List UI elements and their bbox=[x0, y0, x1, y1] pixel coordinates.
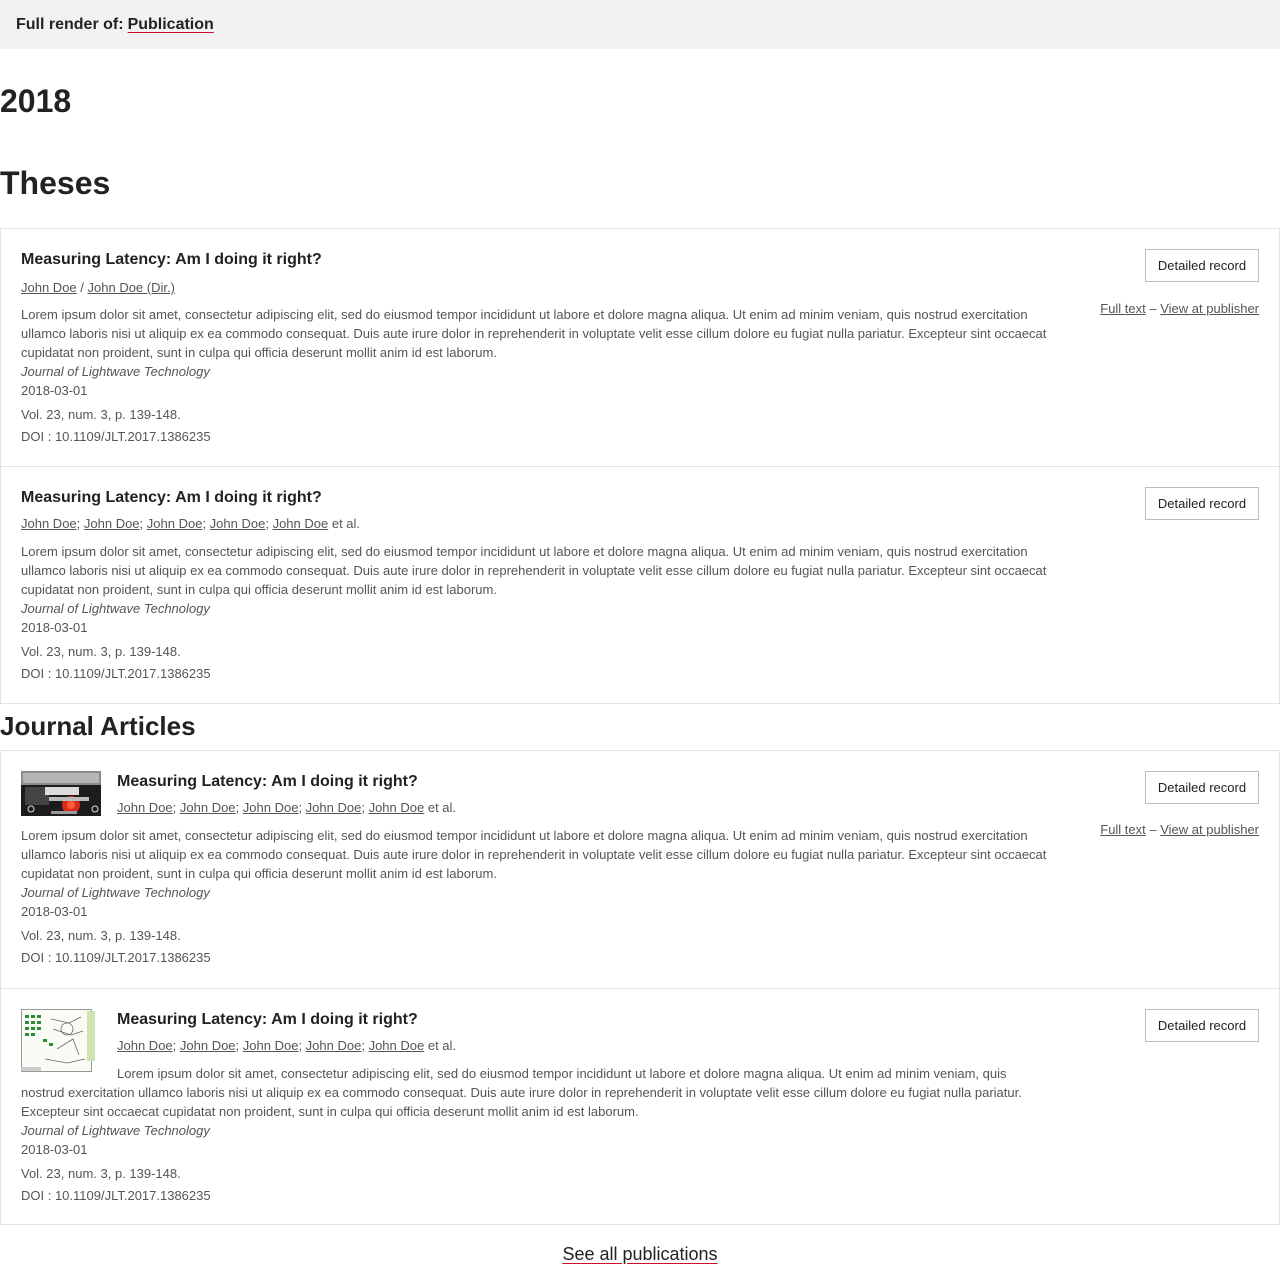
journal-name: Journal of Lightwave Technology bbox=[21, 601, 210, 616]
author-link[interactable]: John Doe bbox=[180, 1038, 236, 1053]
publication-date: 2018-03-01 bbox=[21, 1142, 88, 1157]
link-separator: – bbox=[1149, 301, 1161, 316]
author-separator: ; bbox=[202, 516, 210, 531]
abstract: Lorem ipsum dolor sit amet, consectetur … bbox=[21, 307, 1047, 360]
publication-title: Measuring Latency: Am I doing it right? bbox=[21, 489, 322, 506]
author-separator: ; bbox=[172, 1038, 180, 1053]
publication-title: Measuring Latency: Am I doing it right? bbox=[21, 251, 322, 268]
author-link[interactable]: John Doe bbox=[273, 516, 329, 531]
author-link[interactable]: John Doe bbox=[243, 1038, 299, 1053]
publication-item: Measuring Latency: Am I doing it right? … bbox=[1, 466, 1279, 704]
journal-articles-heading: Journal Articles bbox=[0, 711, 196, 741]
author-separator: ; bbox=[235, 1038, 243, 1053]
author-separator: ; bbox=[172, 800, 180, 815]
author-list: John Doe; John Doe; John Doe; John Doe; … bbox=[117, 799, 456, 817]
theses-list: Measuring Latency: Am I doing it right? … bbox=[0, 228, 1280, 704]
author-list: John Doe; John Doe; John Doe; John Doe; … bbox=[117, 1037, 456, 1055]
publication-date: 2018-03-01 bbox=[21, 620, 88, 635]
director-link[interactable]: John Doe (Dir.) bbox=[88, 280, 175, 295]
author-separator: / bbox=[80, 280, 88, 295]
publication-title: Measuring Latency: Am I doing it right? bbox=[117, 1011, 418, 1028]
author-link[interactable]: John Doe bbox=[21, 516, 77, 531]
author-link[interactable]: John Doe bbox=[147, 516, 203, 531]
volume-info: Vol. 23, num. 3, p. 139-148. bbox=[21, 1166, 181, 1181]
author-link[interactable]: John Doe bbox=[369, 1038, 425, 1053]
detailed-record-button[interactable]: Detailed record bbox=[1145, 771, 1259, 804]
journal-name: Journal of Lightwave Technology bbox=[21, 364, 210, 379]
abstract: Lorem ipsum dolor sit amet, consectetur … bbox=[21, 544, 1047, 597]
access-links: Full text – View at publisher bbox=[1100, 300, 1259, 318]
doi: DOI : 10.1109/JLT.2017.1386235 bbox=[21, 1188, 211, 1203]
journal-name: Journal of Lightwave Technology bbox=[21, 885, 210, 900]
author-link[interactable]: John Doe bbox=[117, 800, 173, 815]
publication-item: Measuring Latency: Am I doing it right? … bbox=[1, 229, 1279, 466]
author-link[interactable]: John Doe bbox=[306, 1038, 362, 1053]
author-list: John Doe; John Doe; John Doe; John Doe; … bbox=[21, 515, 360, 533]
author-link[interactable]: John Doe bbox=[117, 1038, 173, 1053]
full-text-link[interactable]: Full text bbox=[1100, 822, 1146, 837]
author-link[interactable]: John Doe bbox=[369, 800, 425, 815]
author-separator: ; bbox=[361, 800, 369, 815]
see-all-container: See all publications bbox=[0, 1243, 1280, 1265]
author-link[interactable]: John Doe bbox=[210, 516, 266, 531]
journal-name: Journal of Lightwave Technology bbox=[21, 1123, 210, 1138]
doi: DOI : 10.1109/JLT.2017.1386235 bbox=[21, 950, 211, 965]
volume-info: Vol. 23, num. 3, p. 139-148. bbox=[21, 644, 181, 659]
journal-articles-list: Measuring Latency: Am I doing it right? … bbox=[0, 750, 1280, 1225]
doi: DOI : 10.1109/JLT.2017.1386235 bbox=[21, 666, 211, 681]
author-separator: ; bbox=[139, 516, 147, 531]
full-render-label: Full render of: bbox=[16, 15, 124, 33]
full-text-link[interactable]: Full text bbox=[1100, 301, 1146, 316]
author-separator: ; bbox=[265, 516, 273, 531]
author-separator: ; bbox=[298, 800, 306, 815]
see-all-publications-link[interactable]: See all publications bbox=[562, 1244, 717, 1264]
abstract: Lorem ipsum dolor sit amet, consectetur … bbox=[21, 828, 1047, 881]
detailed-record-button[interactable]: Detailed record bbox=[1145, 249, 1259, 282]
access-links: Full text – View at publisher bbox=[1100, 821, 1259, 839]
publication-date: 2018-03-01 bbox=[21, 383, 88, 398]
publication-item: Measuring Latency: Am I doing it right? … bbox=[1, 988, 1279, 1225]
et-al: et al. bbox=[427, 1038, 457, 1053]
author-separator: ; bbox=[76, 516, 84, 531]
volume-info: Vol. 23, num. 3, p. 139-148. bbox=[21, 407, 181, 422]
author-link[interactable]: John Doe bbox=[243, 800, 299, 815]
author-separator: ; bbox=[235, 800, 243, 815]
detailed-record-button[interactable]: Detailed record bbox=[1145, 487, 1259, 520]
top-bar: Full render of: Publication bbox=[0, 0, 1280, 49]
author-list: John Doe / John Doe (Dir.) bbox=[21, 279, 175, 297]
publication-item: Measuring Latency: Am I doing it right? … bbox=[1, 751, 1279, 988]
author-link[interactable]: John Doe bbox=[306, 800, 362, 815]
doi: DOI : 10.1109/JLT.2017.1386235 bbox=[21, 429, 211, 444]
abstract: Lorem ipsum dolor sit amet, consectetur … bbox=[21, 1066, 1022, 1119]
author-separator: ; bbox=[298, 1038, 306, 1053]
publication-link[interactable]: Publication bbox=[128, 16, 214, 34]
author-link[interactable]: John Doe bbox=[21, 280, 77, 295]
detailed-record-button[interactable]: Detailed record bbox=[1145, 1009, 1259, 1042]
view-publisher-link[interactable]: View at publisher bbox=[1160, 822, 1259, 837]
theses-heading: Theses bbox=[0, 165, 111, 201]
et-al: et al. bbox=[427, 800, 457, 815]
volume-info: Vol. 23, num. 3, p. 139-148. bbox=[21, 928, 181, 943]
author-link[interactable]: John Doe bbox=[180, 800, 236, 815]
publication-thumbnail[interactable] bbox=[21, 771, 101, 816]
publication-date: 2018-03-01 bbox=[21, 904, 88, 919]
publication-title: Measuring Latency: Am I doing it right? bbox=[117, 773, 418, 790]
author-separator: ; bbox=[361, 1038, 369, 1053]
link-separator: – bbox=[1149, 822, 1161, 837]
author-link[interactable]: John Doe bbox=[84, 516, 140, 531]
view-publisher-link[interactable]: View at publisher bbox=[1160, 301, 1259, 316]
year-heading: 2018 bbox=[0, 83, 72, 119]
et-al: et al. bbox=[331, 516, 361, 531]
